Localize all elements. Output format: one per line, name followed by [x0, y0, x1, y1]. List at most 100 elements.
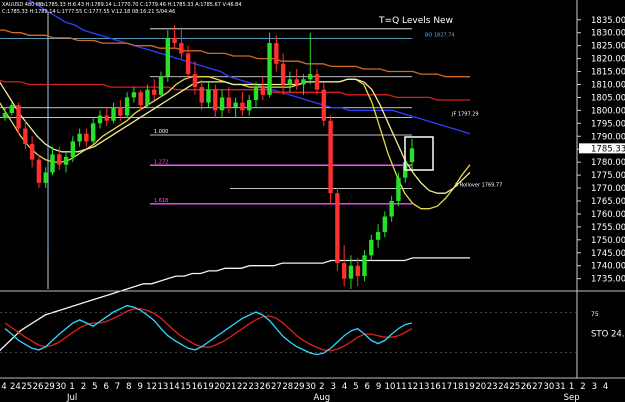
- x-tick-label: 27: [532, 382, 543, 392]
- x-tick-label: 25: [21, 382, 32, 392]
- x-tick-label: 2: [319, 382, 324, 392]
- candle-body: [219, 97, 225, 111]
- candle-body: [185, 53, 191, 75]
- x-tick-label: 4: [603, 382, 608, 392]
- candle-body: [2, 112, 8, 119]
- x-tick-label: 15: [180, 382, 191, 392]
- x-tick-label: 6: [103, 382, 108, 392]
- candle-body: [260, 87, 265, 95]
- x-tick-label: 10: [385, 382, 396, 392]
- candle-body: [308, 74, 313, 80]
- candle-body: [355, 265, 360, 277]
- x-tick-label: 3: [330, 382, 335, 392]
- x-tick-label: 5: [353, 382, 358, 392]
- candle-body: [233, 102, 238, 108]
- x-tick-label: 29: [294, 382, 305, 392]
- x-tick-label: 22: [237, 382, 248, 392]
- x-tick-label: 25: [509, 382, 520, 392]
- x-tick-label: 3: [592, 382, 597, 392]
- x-tick-label: 28: [282, 382, 293, 392]
- candle-body: [138, 92, 143, 106]
- candle-body: [321, 89, 327, 121]
- x-tick-label: 11: [396, 382, 407, 392]
- y-tick-label: 1825.00: [591, 42, 625, 52]
- candle-body: [341, 263, 347, 279]
- x-tick-label: 2: [580, 382, 585, 392]
- candle-body: [104, 115, 109, 121]
- x-tick-label: 18: [453, 382, 464, 392]
- x-month-label: Sep: [564, 393, 580, 402]
- x-tick-label: 19: [464, 382, 475, 392]
- x-tick-label: 16: [192, 382, 203, 392]
- candle-body: [409, 148, 415, 163]
- osc-name: STO 24.: [591, 330, 625, 340]
- y-tick-label: 1790.00: [591, 132, 625, 142]
- candle-body: [240, 102, 245, 111]
- study-title: T=Q Levels New: [378, 16, 453, 26]
- y-tick-label: 1740.00: [591, 262, 625, 272]
- y-tick-label: 1760.00: [591, 210, 625, 220]
- level-label: 0 Rollover 1769.77: [455, 183, 502, 189]
- ohlc-line-1: C:1785.33 H:6.43 H:1789.14 L:1770.70 C:1…: [40, 2, 242, 8]
- candle-body: [213, 89, 218, 111]
- level-label: 1.272: [154, 159, 168, 165]
- candle-body: [165, 37, 170, 77]
- x-tick-label: 26: [521, 382, 532, 392]
- candle-body: [226, 97, 232, 108]
- candle-body: [348, 265, 354, 279]
- y-tick-label: 1775.00: [591, 171, 625, 181]
- x-tick-label: 7: [115, 382, 120, 392]
- x-tick-label: 1: [569, 382, 574, 392]
- y-tick-label: 1820.00: [591, 55, 625, 65]
- x-month-label: Jul: [66, 393, 77, 402]
- level-label: 1.618: [154, 198, 168, 204]
- y-tick-label: 1735.00: [591, 275, 625, 285]
- y-tick-label: 1765.00: [591, 197, 625, 207]
- candle-body: [375, 232, 381, 240]
- candle-body: [57, 154, 62, 165]
- y-tick-label: 1810.00: [591, 80, 625, 90]
- last-price-label: 1785.33: [591, 144, 625, 154]
- x-tick-label: 24: [10, 382, 21, 392]
- candle-body: [192, 74, 198, 88]
- level-label: BO 1827.74: [425, 33, 455, 39]
- level-label: JF 1797.29: [451, 111, 479, 117]
- y-tick-label: 1795.00: [591, 119, 625, 129]
- candle-body: [172, 37, 177, 44]
- x-tick-label: 26: [260, 382, 271, 392]
- candle-body: [179, 43, 184, 54]
- x-tick-label: 23: [248, 382, 259, 392]
- candle-body: [294, 79, 299, 85]
- candle-body: [362, 255, 367, 277]
- candle-body: [70, 141, 76, 157]
- x-tick-label: 5: [92, 382, 97, 392]
- x-tick-label: 6: [365, 382, 370, 392]
- symbol-label: XAUUSD 480 Min: [2, 2, 45, 8]
- candle-body: [23, 128, 28, 145]
- candle-body: [131, 92, 137, 98]
- candle-body: [84, 133, 89, 142]
- x-tick-label: 19: [203, 382, 214, 392]
- y-tick-label: 1755.00: [591, 223, 625, 233]
- candle-body: [247, 100, 252, 111]
- candle-body: [77, 133, 82, 142]
- candle-body: [328, 120, 333, 194]
- x-tick-label: 8: [126, 382, 131, 392]
- candle-body: [206, 89, 211, 103]
- x-tick-label: 9: [138, 382, 143, 392]
- x-tick-label: 30: [55, 382, 66, 392]
- candle-body: [158, 76, 164, 95]
- x-tick-label: 26: [33, 382, 44, 392]
- x-tick-label: 20: [475, 382, 486, 392]
- x-tick-label: 16: [430, 382, 441, 392]
- x-tick-label: 2: [81, 382, 86, 392]
- x-tick-label: 12: [407, 382, 418, 392]
- y-tick-label: 1745.00: [591, 249, 625, 259]
- candle-body: [301, 79, 306, 85]
- x-tick-label: 30: [305, 382, 316, 392]
- x-tick-label: 1: [69, 382, 74, 392]
- y-tick-label: 1780.00: [591, 158, 625, 168]
- x-tick-label: 4: [1, 382, 6, 392]
- y-tick-label: 1830.00: [591, 29, 625, 39]
- x-tick-label: 24: [498, 382, 509, 392]
